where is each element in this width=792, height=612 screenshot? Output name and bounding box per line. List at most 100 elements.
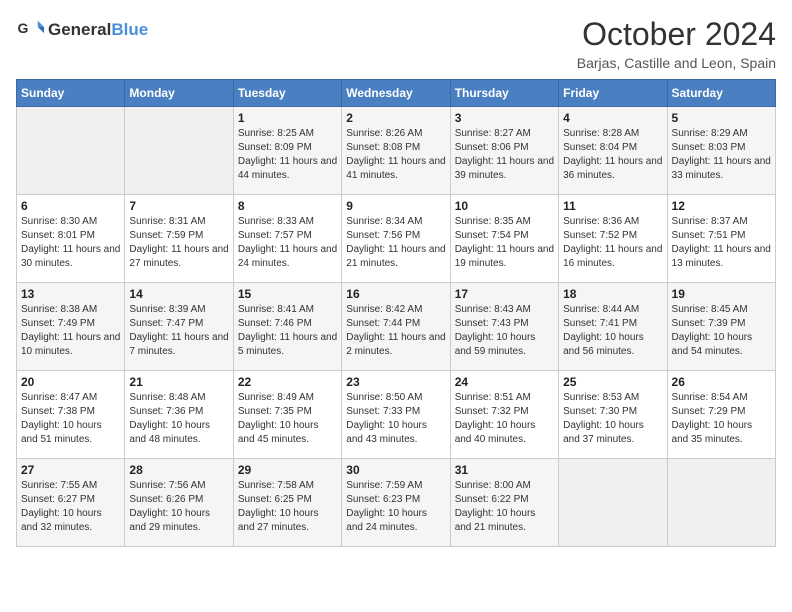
calendar-cell: 24 Sunrise: 8:51 AMSunset: 7:32 PMDayligh… <box>450 371 558 459</box>
calendar-cell: 6Sunrise: 8:30 AMSunset: 8:01 PMDaylight… <box>17 195 125 283</box>
day-number: 8 <box>238 199 337 213</box>
weekday-header-monday: Monday <box>125 80 233 107</box>
day-number: 19 <box>672 287 771 301</box>
svg-text:G: G <box>18 20 29 36</box>
weekday-header-friday: Friday <box>559 80 667 107</box>
day-number: 15 <box>238 287 337 301</box>
calendar-cell: 13 Sunrise: 8:38 AMSunset: 7:49 PMDayligh… <box>17 283 125 371</box>
calendar-cell <box>559 459 667 547</box>
day-number: 18 <box>563 287 662 301</box>
day-info: Sunrise: 8:27 AMSunset: 8:06 PMDaylight:… <box>455 127 554 183</box>
location-subtitle: Barjas, Castille and Leon, Spain <box>577 55 776 71</box>
calendar-cell: 31Sunrise: 8:00 AMSunset: 6:22 PMDayligh… <box>450 459 558 547</box>
day-number: 13 <box>21 287 120 301</box>
logo: G GeneralBlue <box>16 16 148 44</box>
calendar-cell: 18 Sunrise: 8:44 AMSunset: 7:41 PMDayligh… <box>559 283 667 371</box>
calendar-cell <box>667 459 775 547</box>
day-number: 21 <box>129 375 228 389</box>
day-number: 30 <box>346 463 445 477</box>
calendar-cell: 1 Sunrise: 8:25 AMSunset: 8:09 PMDaylight… <box>233 107 341 195</box>
day-number: 4 <box>563 111 662 125</box>
calendar-cell <box>125 107 233 195</box>
day-number: 17 <box>455 287 554 301</box>
calendar-week-row: 1 Sunrise: 8:25 AMSunset: 8:09 PMDaylight… <box>17 107 776 195</box>
calendar-cell: 7Sunrise: 8:31 AMSunset: 7:59 PMDaylight… <box>125 195 233 283</box>
month-title: October 2024 <box>577 16 776 53</box>
calendar-cell: 2 Sunrise: 8:26 AMSunset: 8:08 PMDaylight… <box>342 107 450 195</box>
calendar-cell: 15 Sunrise: 8:41 AMSunset: 7:46 PMDayligh… <box>233 283 341 371</box>
logo-general-text: General <box>48 20 111 39</box>
calendar-week-row: 13 Sunrise: 8:38 AMSunset: 7:49 PMDayligh… <box>17 283 776 371</box>
day-info: Sunrise: 8:43 AMSunset: 7:43 PMDaylight:… <box>455 303 554 359</box>
calendar-cell: 5Sunrise: 8:29 AMSunset: 8:03 PMDaylight… <box>667 107 775 195</box>
calendar-cell: 20 Sunrise: 8:47 AMSunset: 7:38 PMDayligh… <box>17 371 125 459</box>
day-info: Sunrise: 8:44 AMSunset: 7:41 PMDaylight:… <box>563 303 662 359</box>
calendar-table: SundayMondayTuesdayWednesdayThursdayFrid… <box>16 79 776 547</box>
day-number: 27 <box>21 463 120 477</box>
calendar-cell: 3 Sunrise: 8:27 AMSunset: 8:06 PMDaylight… <box>450 107 558 195</box>
day-info: Sunrise: 7:58 AMSunset: 6:25 PMDaylight:… <box>238 479 337 535</box>
day-number: 2 <box>346 111 445 125</box>
day-info: Sunrise: 8:42 AMSunset: 7:44 PMDaylight:… <box>346 303 445 359</box>
calendar-cell: 14 Sunrise: 8:39 AMSunset: 7:47 PMDayligh… <box>125 283 233 371</box>
day-number: 16 <box>346 287 445 301</box>
calendar-cell: 4 Sunrise: 8:28 AMSunset: 8:04 PMDaylight… <box>559 107 667 195</box>
day-info: Sunrise: 8:38 AMSunset: 7:49 PMDaylight:… <box>21 303 120 359</box>
calendar-cell: 21Sunrise: 8:48 AMSunset: 7:36 PMDayligh… <box>125 371 233 459</box>
page-header: G GeneralBlue October 2024 Barjas, Casti… <box>16 16 776 71</box>
day-info: Sunrise: 8:47 AMSunset: 7:38 PMDaylight:… <box>21 391 120 447</box>
day-info: Sunrise: 8:29 AMSunset: 8:03 PMDaylight:… <box>672 127 771 183</box>
day-info: Sunrise: 8:33 AMSunset: 7:57 PMDaylight:… <box>238 215 337 271</box>
day-number: 12 <box>672 199 771 213</box>
day-number: 11 <box>563 199 662 213</box>
day-number: 31 <box>455 463 554 477</box>
day-number: 25 <box>563 375 662 389</box>
day-info: Sunrise: 8:35 AMSunset: 7:54 PMDaylight:… <box>455 215 554 271</box>
calendar-cell: 17 Sunrise: 8:43 AMSunset: 7:43 PMDayligh… <box>450 283 558 371</box>
logo-blue-text: Blue <box>111 20 148 39</box>
calendar-cell: 23 Sunrise: 8:50 AMSunset: 7:33 PMDayligh… <box>342 371 450 459</box>
calendar-cell <box>17 107 125 195</box>
calendar-cell: 26Sunrise: 8:54 AMSunset: 7:29 PMDayligh… <box>667 371 775 459</box>
weekday-header-thursday: Thursday <box>450 80 558 107</box>
day-info: Sunrise: 8:26 AMSunset: 8:08 PMDaylight:… <box>346 127 445 183</box>
day-info: Sunrise: 8:31 AMSunset: 7:59 PMDaylight:… <box>129 215 228 271</box>
day-number: 22 <box>238 375 337 389</box>
day-number: 14 <box>129 287 228 301</box>
day-number: 23 <box>346 375 445 389</box>
day-number: 20 <box>21 375 120 389</box>
calendar-week-row: 27Sunrise: 7:55 AMSunset: 6:27 PMDayligh… <box>17 459 776 547</box>
day-info: Sunrise: 8:28 AMSunset: 8:04 PMDaylight:… <box>563 127 662 183</box>
calendar-cell: 30 Sunrise: 7:59 AMSunset: 6:23 PMDayligh… <box>342 459 450 547</box>
weekday-header-wednesday: Wednesday <box>342 80 450 107</box>
day-number: 3 <box>455 111 554 125</box>
day-info: Sunrise: 8:36 AMSunset: 7:52 PMDaylight:… <box>563 215 662 271</box>
day-info: Sunrise: 8:37 AMSunset: 7:51 PMDaylight:… <box>672 215 771 271</box>
day-number: 1 <box>238 111 337 125</box>
day-info: Sunrise: 8:49 AMSunset: 7:35 PMDaylight:… <box>238 391 337 447</box>
day-number: 24 <box>455 375 554 389</box>
calendar-cell: 8 Sunrise: 8:33 AMSunset: 7:57 PMDaylight… <box>233 195 341 283</box>
logo-icon: G <box>16 16 44 44</box>
day-number: 6 <box>21 199 120 213</box>
calendar-cell: 16 Sunrise: 8:42 AMSunset: 7:44 PMDayligh… <box>342 283 450 371</box>
day-info: Sunrise: 8:45 AMSunset: 7:39 PMDaylight:… <box>672 303 771 359</box>
calendar-cell: 27Sunrise: 7:55 AMSunset: 6:27 PMDayligh… <box>17 459 125 547</box>
day-info: Sunrise: 8:39 AMSunset: 7:47 PMDaylight:… <box>129 303 228 359</box>
calendar-cell: 29 Sunrise: 7:58 AMSunset: 6:25 PMDayligh… <box>233 459 341 547</box>
day-info: Sunrise: 8:25 AMSunset: 8:09 PMDaylight:… <box>238 127 337 183</box>
day-info: Sunrise: 8:41 AMSunset: 7:46 PMDaylight:… <box>238 303 337 359</box>
day-number: 10 <box>455 199 554 213</box>
calendar-week-row: 6Sunrise: 8:30 AMSunset: 8:01 PMDaylight… <box>17 195 776 283</box>
day-number: 26 <box>672 375 771 389</box>
day-info: Sunrise: 7:59 AMSunset: 6:23 PMDaylight:… <box>346 479 445 535</box>
calendar-cell: 9Sunrise: 8:34 AMSunset: 7:56 PMDaylight… <box>342 195 450 283</box>
day-info: Sunrise: 8:51 AMSunset: 7:32 PMDaylight:… <box>455 391 554 447</box>
day-info: Sunrise: 8:34 AMSunset: 7:56 PMDaylight:… <box>346 215 445 271</box>
calendar-cell: 22 Sunrise: 8:49 AMSunset: 7:35 PMDayligh… <box>233 371 341 459</box>
title-area: October 2024 Barjas, Castille and Leon, … <box>577 16 776 71</box>
weekday-header-saturday: Saturday <box>667 80 775 107</box>
day-number: 29 <box>238 463 337 477</box>
weekday-header-tuesday: Tuesday <box>233 80 341 107</box>
day-info: Sunrise: 8:50 AMSunset: 7:33 PMDaylight:… <box>346 391 445 447</box>
